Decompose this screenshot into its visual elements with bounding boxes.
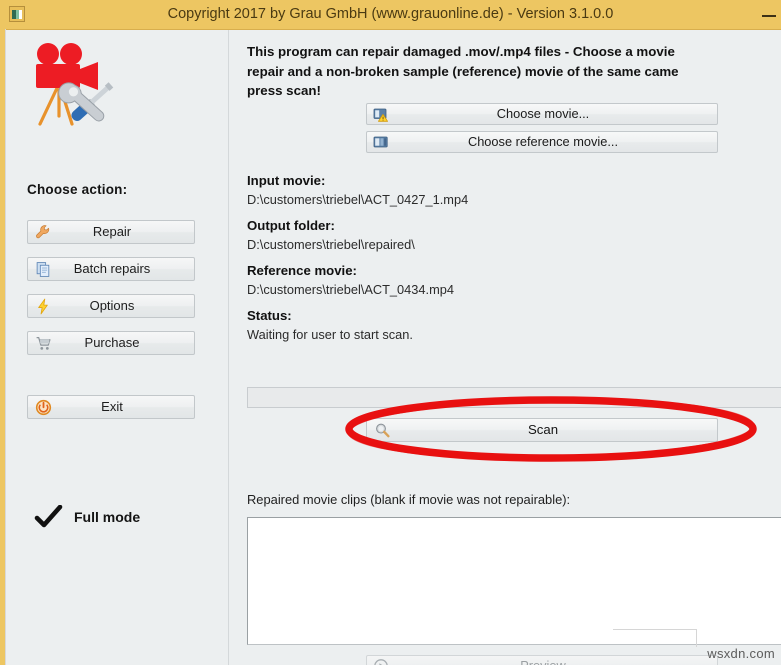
choose-movie-button-label: Choose movie... <box>496 106 590 121</box>
intro-line-2: repair and a non-broken sample (referenc… <box>247 63 679 79</box>
sidebar-heading: Choose action: <box>27 182 128 197</box>
watermark-divider-v <box>696 629 697 647</box>
main-panel: This program can repair damaged .mov/.mp… <box>229 30 781 665</box>
info-block: Input movie: D:\customers\triebel\ACT_04… <box>247 172 667 344</box>
window-title: Copyright 2017 by Grau GmbH (www.grauonl… <box>167 6 614 22</box>
preview-button[interactable]: Preview <box>366 655 718 665</box>
intro-text: This program can repair damaged .mov/.mp… <box>247 42 781 101</box>
preview-button-label: Preview <box>367 656 719 665</box>
intro-line-1: This program can repair damaged .mov/.mp… <box>247 44 675 59</box>
batch-repairs-button[interactable]: Batch repairs <box>27 257 195 281</box>
purchase-button-label: Purchase <box>84 335 140 350</box>
full-mode-label: Full mode <box>74 509 141 525</box>
status-heading: Status: <box>247 308 292 323</box>
scan-button-label: Scan <box>527 422 559 437</box>
checkmark-icon <box>34 505 63 528</box>
choose-reference-movie-button-label: Choose reference movie... <box>467 134 619 149</box>
sidebar: Choose action: Repair Batch repairs Opti… <box>6 30 229 665</box>
output-folder-value: D:\customers\triebel\repaired\ <box>247 237 415 252</box>
watermark-divider-h <box>613 629 697 630</box>
options-button-label: Options <box>89 298 135 313</box>
choose-reference-movie-button[interactable]: Choose reference movie... <box>366 131 718 153</box>
movie-repair-logo <box>36 43 114 126</box>
watermark: wsxdn.com <box>707 646 775 661</box>
scan-button[interactable]: Scan <box>366 418 718 442</box>
repaired-clips-list[interactable] <box>247 517 781 645</box>
output-folder-heading: Output folder: <box>247 218 335 233</box>
input-movie-value: D:\customers\triebel\ACT_0427_1.mp4 <box>247 192 469 207</box>
batch-repairs-button-label: Batch repairs <box>73 261 151 276</box>
repair-button-label: Repair <box>92 224 132 239</box>
status-value: Waiting for user to start scan. <box>247 327 413 342</box>
application-window: Copyright 2017 by Grau GmbH (www.grauonl… <box>0 0 781 665</box>
choose-movie-button[interactable]: Choose movie... <box>366 103 718 125</box>
intro-line-3: press scan! <box>247 83 321 98</box>
reference-movie-heading: Reference movie: <box>247 263 357 278</box>
input-movie-heading: Input movie: <box>247 173 326 188</box>
scan-progress-bar <box>247 387 781 408</box>
exit-button[interactable]: Exit <box>27 395 195 419</box>
repaired-clips-label: Repaired movie clips (blank if movie was… <box>247 492 571 507</box>
purchase-button[interactable]: Purchase <box>27 331 195 355</box>
title-bar: Copyright 2017 by Grau GmbH (www.grauonl… <box>0 0 781 30</box>
options-button[interactable]: Options <box>27 294 195 318</box>
reference-movie-value: D:\customers\triebel\ACT_0434.mp4 <box>247 282 454 297</box>
repair-button[interactable]: Repair <box>27 220 195 244</box>
exit-button-label: Exit <box>101 399 123 414</box>
minimize-button[interactable] <box>761 11 779 21</box>
